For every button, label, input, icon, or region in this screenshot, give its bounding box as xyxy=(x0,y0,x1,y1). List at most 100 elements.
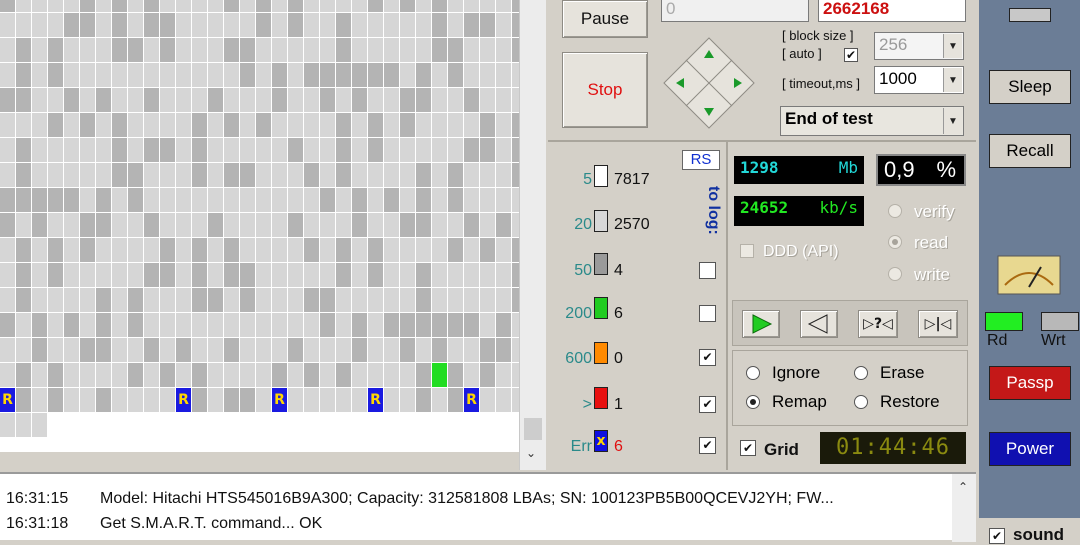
surface-block xyxy=(432,113,447,137)
grid-scrollbar[interactable]: ⌄ xyxy=(519,0,546,470)
surface-block xyxy=(112,338,127,362)
surface-block xyxy=(224,113,239,137)
navigation-pad[interactable] xyxy=(662,36,756,130)
surface-block xyxy=(224,213,239,237)
verify-radio[interactable] xyxy=(888,204,902,218)
surface-block xyxy=(464,38,479,62)
surface-block xyxy=(368,363,383,387)
surface-block xyxy=(144,338,159,362)
pause-button[interactable]: Pause xyxy=(562,0,648,38)
play-forward-button[interactable] xyxy=(742,310,780,338)
surface-block xyxy=(176,238,191,262)
surface-block xyxy=(400,288,415,312)
surface-block xyxy=(192,113,207,137)
surface-block xyxy=(48,238,63,262)
surface-block xyxy=(32,263,47,287)
log-checkbox-gt[interactable]: ✔ xyxy=(699,396,716,413)
surface-block xyxy=(16,0,31,12)
surface-block xyxy=(240,138,255,162)
restore-radio[interactable] xyxy=(854,395,868,409)
remapped-block: R xyxy=(0,388,15,412)
surface-block xyxy=(464,238,479,262)
legend-count-err: 6 xyxy=(614,438,623,455)
auto-checkbox[interactable]: ✔ xyxy=(844,48,858,62)
ddd-api-checkbox[interactable] xyxy=(740,244,754,258)
surface-block xyxy=(64,0,79,12)
surface-block xyxy=(448,388,463,412)
surface-block xyxy=(208,288,223,312)
surface-map-grid: RRRRR xyxy=(0,0,519,452)
log-checkbox-600[interactable]: ✔ xyxy=(699,349,716,366)
recall-button[interactable]: Recall xyxy=(989,134,1071,168)
erase-radio[interactable] xyxy=(854,366,868,380)
surface-block xyxy=(256,313,271,337)
log-scrollbar[interactable]: ⌃ xyxy=(952,474,976,542)
surface-block xyxy=(192,213,207,237)
surface-block xyxy=(480,113,495,137)
log-checkbox-200[interactable] xyxy=(699,305,716,322)
grid-checkbox[interactable]: ✔ xyxy=(740,440,756,456)
surface-block xyxy=(336,88,351,112)
ignore-radio[interactable] xyxy=(746,366,760,380)
sleep-button[interactable]: Sleep xyxy=(989,70,1071,104)
play-backward-button[interactable] xyxy=(800,310,838,338)
sound-checkbox[interactable]: ✔ xyxy=(989,528,1005,544)
legend-threshold-gt: > xyxy=(582,396,592,413)
surface-block xyxy=(480,338,495,362)
remap-radio[interactable] xyxy=(746,395,760,409)
read-radio[interactable] xyxy=(888,235,902,249)
grid-scroll-thumb[interactable] xyxy=(524,418,542,440)
surface-block xyxy=(480,163,495,187)
surface-block xyxy=(256,213,271,237)
chevron-down-icon[interactable]: ▼ xyxy=(943,68,962,92)
surface-block xyxy=(176,0,191,12)
surface-block xyxy=(32,88,47,112)
surface-block xyxy=(336,338,351,362)
surface-block xyxy=(320,113,335,137)
surface-block xyxy=(16,63,31,87)
surface-block xyxy=(96,138,111,162)
surface-block xyxy=(144,363,159,387)
chevron-down-icon[interactable]: ▼ xyxy=(943,108,962,134)
surface-block xyxy=(16,263,31,287)
passp-button[interactable]: Passp xyxy=(989,366,1071,400)
surface-block xyxy=(512,163,519,187)
end-action-select[interactable]: End of test ▼ xyxy=(780,106,964,136)
start-lba-field[interactable]: 0 xyxy=(661,0,809,22)
power-button[interactable]: Power xyxy=(989,432,1071,466)
surface-block xyxy=(416,138,431,162)
surface-block xyxy=(16,188,31,212)
surface-block xyxy=(384,388,399,412)
surface-block xyxy=(272,238,287,262)
log-checkbox-50[interactable] xyxy=(699,262,716,279)
rs-button[interactable]: RS xyxy=(682,150,720,170)
surface-block xyxy=(64,213,79,237)
butterfly-button[interactable]: ▷|◁ xyxy=(918,310,958,338)
surface-block xyxy=(192,238,207,262)
random-seek-button[interactable]: ▷?◁ xyxy=(858,310,898,338)
surface-block xyxy=(288,263,303,287)
surface-block xyxy=(480,313,495,337)
surface-block xyxy=(432,163,447,187)
surface-block xyxy=(496,0,511,12)
scroll-up-arrow-icon[interactable]: ⌃ xyxy=(958,480,968,494)
block-size-label: [ block size ] xyxy=(782,28,854,43)
block-size-select[interactable]: 256 ▼ xyxy=(874,32,964,60)
log-checkbox-err[interactable]: ✔ xyxy=(699,437,716,454)
surface-block xyxy=(400,138,415,162)
chevron-down-icon[interactable]: ▼ xyxy=(943,34,962,58)
surface-block xyxy=(256,288,271,312)
stop-button[interactable]: Stop xyxy=(562,52,648,128)
surface-block xyxy=(240,113,255,137)
erase-label: Erase xyxy=(880,363,925,382)
legend-count-50: 4 xyxy=(614,262,623,279)
write-radio[interactable] xyxy=(888,267,902,281)
scroll-down-arrow-icon[interactable]: ⌄ xyxy=(526,446,536,460)
ignore-label: Ignore xyxy=(772,363,821,382)
end-lba-field[interactable]: 2662168 xyxy=(818,0,966,22)
surface-block xyxy=(512,0,519,12)
surface-block xyxy=(352,138,367,162)
timeout-select[interactable]: 1000 ▼ xyxy=(874,66,964,94)
sound-label: sound xyxy=(1013,525,1064,544)
surface-block xyxy=(0,338,15,362)
